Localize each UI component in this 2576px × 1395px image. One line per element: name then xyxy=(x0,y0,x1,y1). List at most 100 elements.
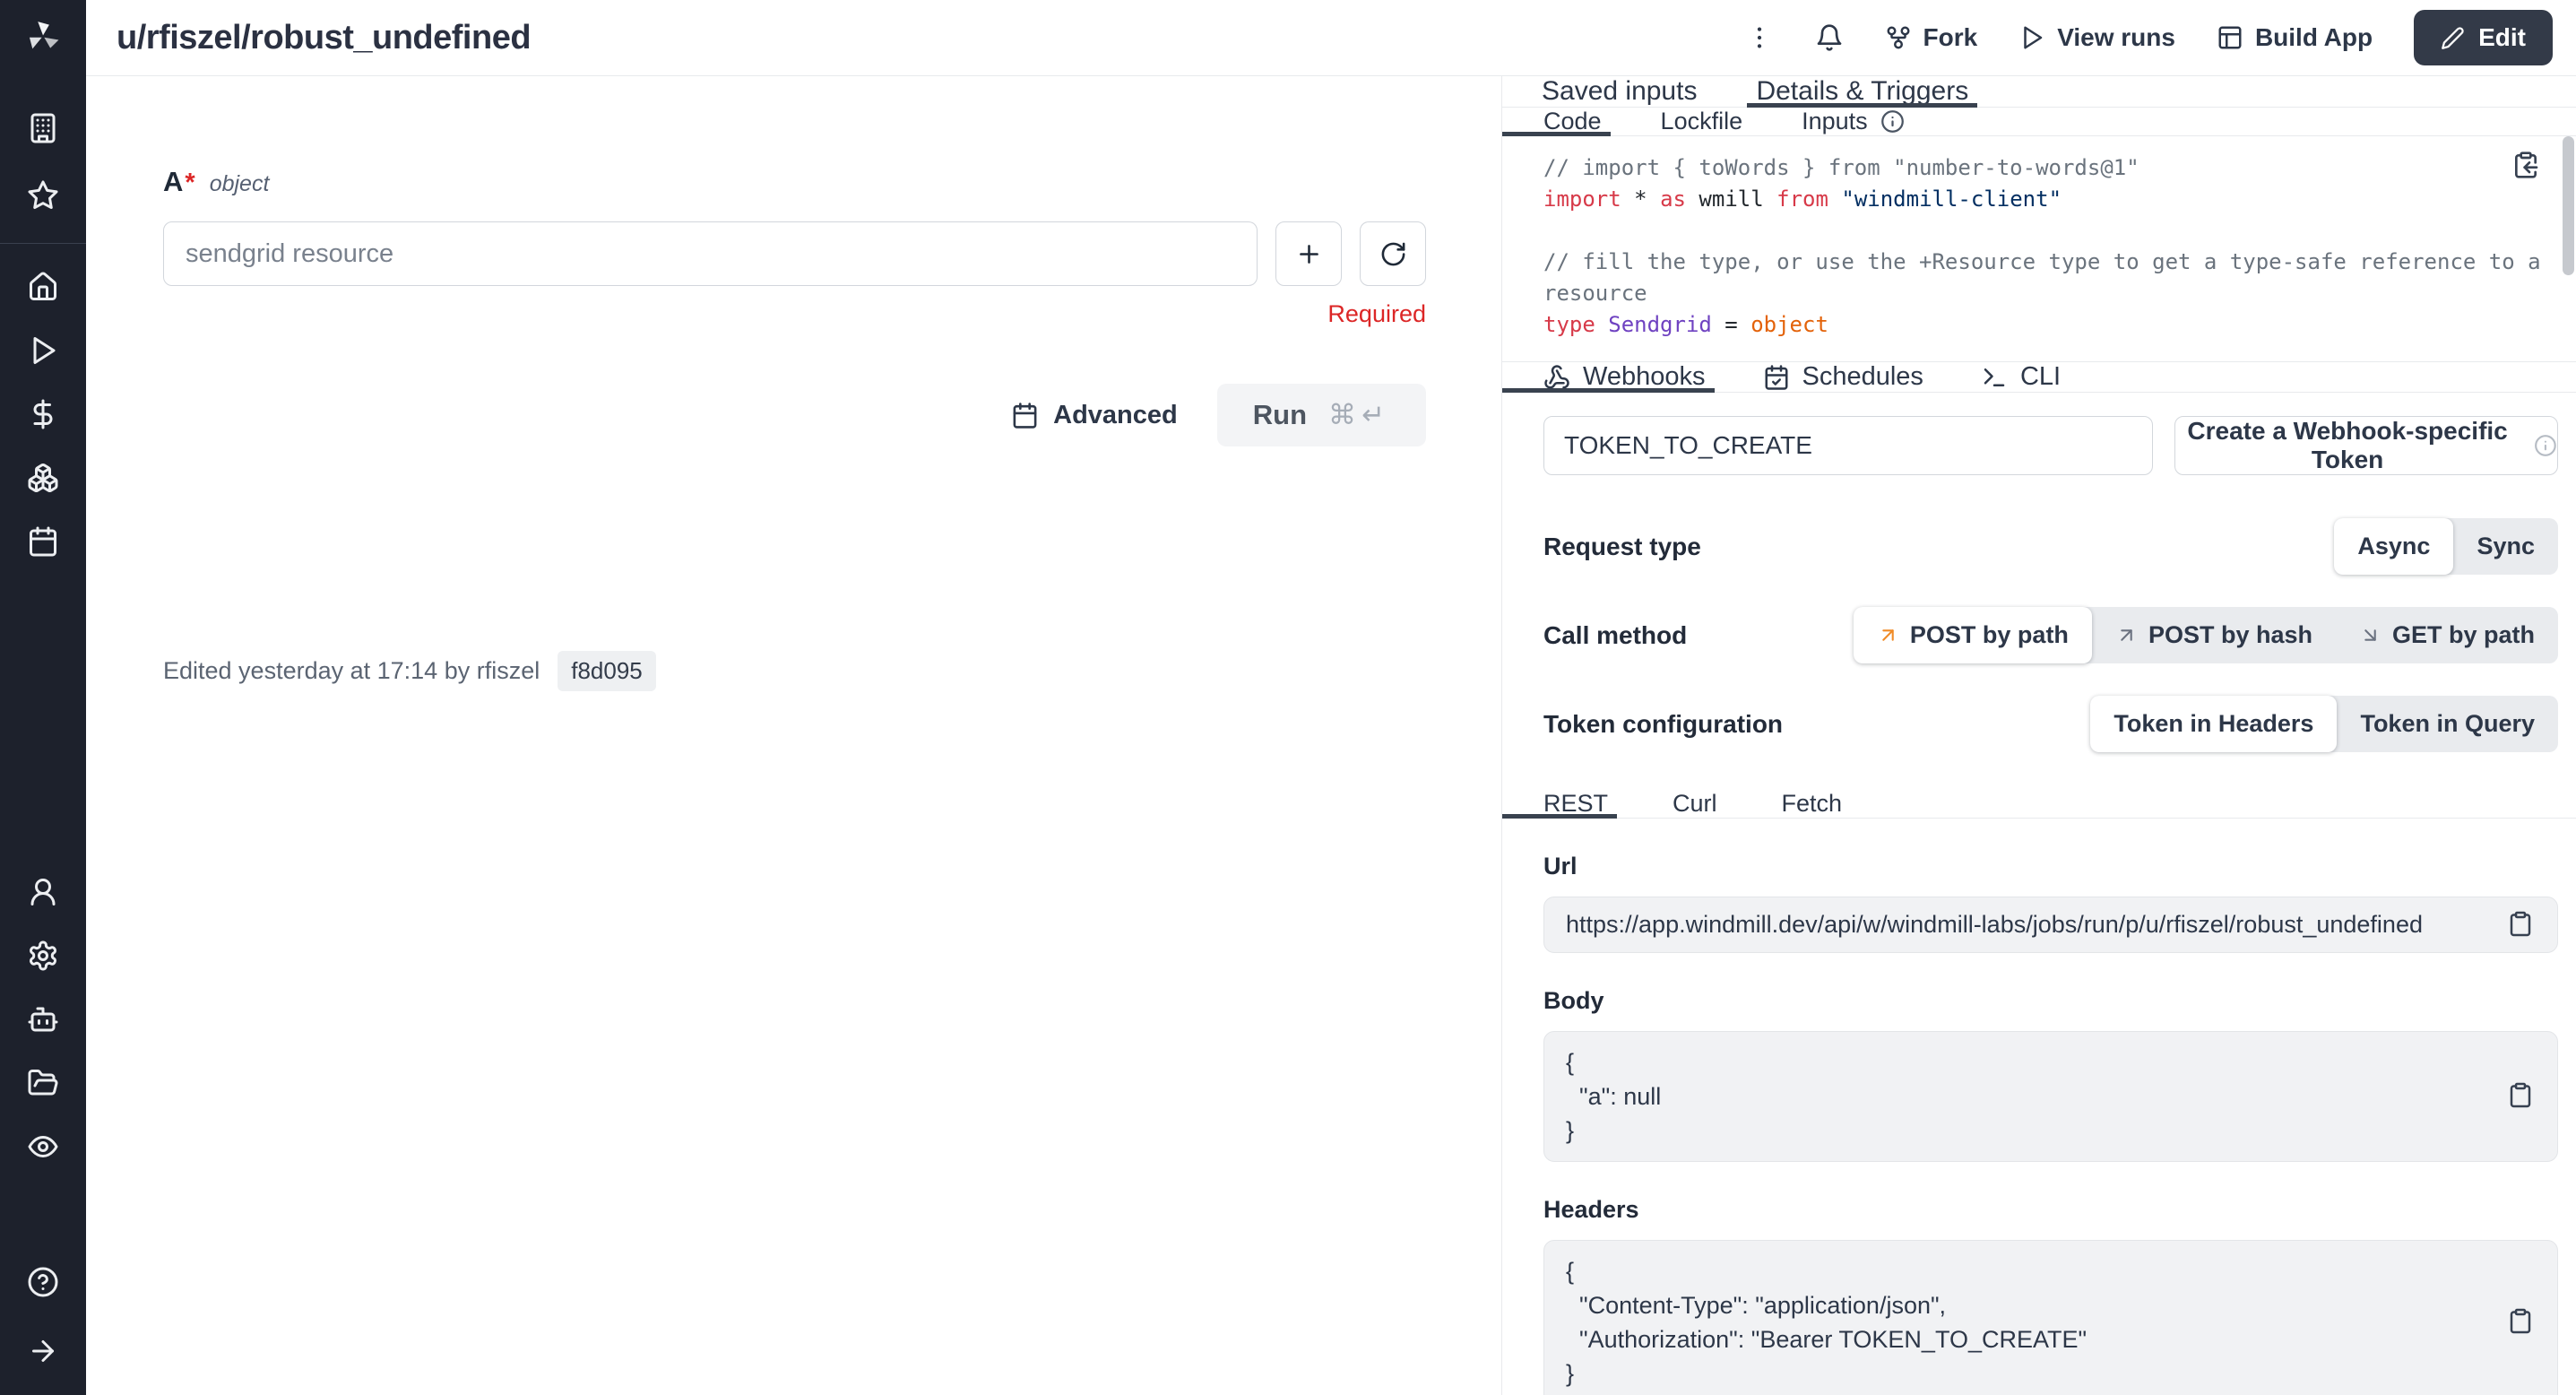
headers-section: Headers { "Content-Type": "application/j… xyxy=(1502,1162,2576,1395)
refresh-button[interactable] xyxy=(1360,221,1426,286)
url-value-box: https://app.windmill.dev/api/w/windmill-… xyxy=(1543,897,2558,953)
sidebar xyxy=(0,0,86,1395)
tab-saved-inputs[interactable]: Saved inputs xyxy=(1542,76,1697,107)
option-sync[interactable]: Sync xyxy=(2453,518,2558,575)
sidebar-item-resources-icon[interactable] xyxy=(27,462,59,498)
favorites-icon[interactable] xyxy=(27,179,59,216)
sidebar-group-admin xyxy=(27,876,59,1167)
sidebar-item-users-icon[interactable] xyxy=(27,876,59,913)
sidebar-group-workspace xyxy=(27,112,59,216)
tab-curl[interactable]: Curl xyxy=(1673,790,1717,818)
windmill-logo-icon[interactable] xyxy=(22,13,64,62)
option-token-in-headers[interactable]: Token in Headers xyxy=(2090,696,2337,752)
calendar-check-icon xyxy=(1763,364,1790,391)
copy-url-button[interactable] xyxy=(2507,910,2534,940)
arrow-up-right-icon xyxy=(2115,624,2138,646)
page-title: u/rfiszel/robust_undefined xyxy=(117,19,531,57)
trigger-tabs: Webhooks Schedules CLI xyxy=(1502,362,2576,393)
option-async[interactable]: Async xyxy=(2334,518,2453,575)
copy-headers-button[interactable] xyxy=(2507,1308,2534,1338)
call-method-label: Call method xyxy=(1543,621,1687,650)
help-icon[interactable] xyxy=(27,1266,59,1303)
layout-icon xyxy=(2217,24,2243,51)
token-config-label: Token configuration xyxy=(1543,710,1783,739)
arrow-down-right-icon xyxy=(2359,624,2382,646)
edited-text: Edited yesterday at 17:14 by rfiszel xyxy=(163,657,540,685)
sidebar-item-workers-icon[interactable] xyxy=(27,1003,59,1040)
copy-code-button[interactable] xyxy=(2511,151,2540,182)
option-post-by-hash[interactable]: POST by hash xyxy=(2092,607,2336,663)
option-get-by-path[interactable]: GET by path xyxy=(2336,607,2558,663)
tab-code[interactable]: Code xyxy=(1543,108,1602,135)
option-token-in-query[interactable]: Token in Query xyxy=(2337,696,2558,752)
build-app-button[interactable]: Build App xyxy=(2217,23,2373,52)
sidebar-item-settings-icon[interactable] xyxy=(27,940,59,976)
field-name: A xyxy=(163,166,183,198)
run-button[interactable]: Run ⌘↵ xyxy=(1217,384,1426,446)
token-config-row: Token configuration Token in Headers Tok… xyxy=(1502,696,2576,752)
tab-details-triggers[interactable]: Details & Triggers xyxy=(1756,76,1968,107)
tab-fetch[interactable]: Fetch xyxy=(1782,790,1843,818)
token-input[interactable] xyxy=(1543,416,2153,475)
tab-inputs[interactable]: Inputs xyxy=(1802,108,1905,135)
token-config-toggle: Token in Headers Token in Query xyxy=(2090,696,2558,752)
sidebar-item-variables-icon[interactable] xyxy=(27,398,59,435)
advanced-button[interactable]: Advanced xyxy=(1011,401,1178,430)
clipboard-icon xyxy=(2507,1082,2534,1109)
body-value: { "a": null } xyxy=(1566,1045,1661,1148)
sidebar-item-folders-icon[interactable] xyxy=(27,1067,59,1104)
sidebar-item-home-icon[interactable] xyxy=(27,271,59,308)
info-icon xyxy=(1880,109,1905,134)
resource-input[interactable] xyxy=(163,221,1258,286)
code-viewer: // import { toWords } from "number-to-wo… xyxy=(1502,136,2576,362)
field-label: A * object xyxy=(163,166,1426,198)
more-menu-button[interactable] xyxy=(1745,23,1774,52)
clipboard-icon xyxy=(2507,1308,2534,1335)
url-section: Url https://app.windmill.dev/api/w/windm… xyxy=(1502,819,2576,953)
details-panel: Saved inputs Details & Triggers Code Loc… xyxy=(1501,76,2576,1395)
request-type-row: Request type Async Sync xyxy=(1502,518,2576,575)
sidebar-item-schedules-icon[interactable] xyxy=(27,525,59,562)
app-window: u/rfiszel/robust_undefined Fork View run… xyxy=(0,0,2576,1395)
url-label: Url xyxy=(1543,853,2558,880)
version-hash-badge[interactable]: f8d095 xyxy=(558,651,656,691)
play-icon xyxy=(2018,24,2045,51)
terminal-icon xyxy=(1981,364,2008,391)
create-webhook-token-button[interactable]: Create a Webhook-specific Token xyxy=(2174,416,2558,475)
topbar-actions: Fork View runs Build App Edit xyxy=(1745,10,2554,65)
tab-webhooks[interactable]: Webhooks xyxy=(1543,362,1706,392)
copy-body-button[interactable] xyxy=(2507,1082,2534,1112)
clipboard-icon xyxy=(2507,910,2534,937)
tab-cli[interactable]: CLI xyxy=(1981,362,2061,392)
view-runs-button[interactable]: View runs xyxy=(2018,23,2175,52)
sidebar-item-runs-icon[interactable] xyxy=(27,334,59,371)
call-method-toggle: POST by path POST by hash GET by path xyxy=(1854,607,2558,663)
expand-sidebar-icon[interactable] xyxy=(27,1335,59,1372)
run-form: A * object Required Advanced Run xyxy=(86,76,1501,1395)
fork-button[interactable]: Fork xyxy=(1885,23,1978,52)
headers-label: Headers xyxy=(1543,1196,2558,1224)
code-tabs: Code Lockfile Inputs xyxy=(1502,108,2576,136)
body-value-box: { "a": null } xyxy=(1543,1031,2558,1162)
clipboard-copy-icon xyxy=(2511,151,2540,179)
tab-rest[interactable]: REST xyxy=(1543,790,1608,818)
workspace-icon[interactable] xyxy=(27,112,59,149)
panel-scrollbar[interactable] xyxy=(2563,136,2574,275)
add-resource-button[interactable] xyxy=(1275,221,1342,286)
tab-schedules[interactable]: Schedules xyxy=(1763,362,1923,392)
snippet-tabs: REST Curl Fetch xyxy=(1502,790,2576,819)
sidebar-item-audit-logs-icon[interactable] xyxy=(27,1131,59,1167)
option-post-by-path[interactable]: POST by path xyxy=(1854,607,2092,663)
required-note: Required xyxy=(163,300,1426,328)
headers-value: { "Content-Type": "application/json", "A… xyxy=(1566,1254,2087,1391)
headers-value-box: { "Content-Type": "application/json", "A… xyxy=(1543,1240,2558,1395)
edit-button[interactable]: Edit xyxy=(2414,10,2553,65)
run-shortcut: ⌘↵ xyxy=(1328,399,1390,431)
notifications-button[interactable] xyxy=(1815,23,1844,52)
sidebar-divider xyxy=(0,243,86,244)
body-section: Body { "a": null } xyxy=(1502,953,2576,1162)
field-type: object xyxy=(210,171,270,197)
code-content: // import { toWords } from "number-to-wo… xyxy=(1543,152,2495,341)
tab-lockfile[interactable]: Lockfile xyxy=(1661,108,1743,135)
required-star: * xyxy=(185,169,194,198)
